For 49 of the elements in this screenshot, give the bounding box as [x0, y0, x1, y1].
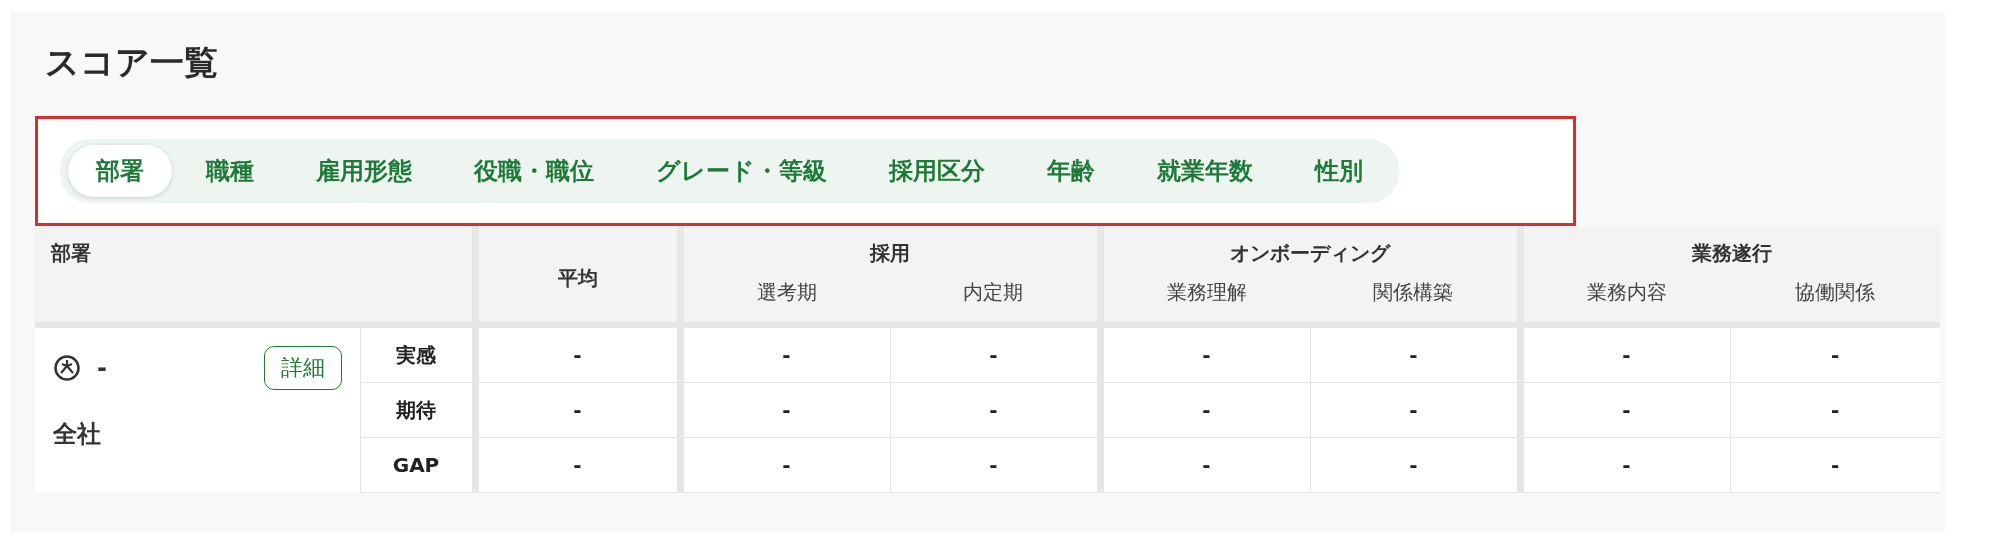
page-title: スコア一覧: [45, 41, 219, 84]
column-group-header: 採用: [680, 226, 1100, 273]
table-cell: -: [1310, 437, 1520, 493]
org-name: 全社: [53, 419, 102, 450]
tab[interactable]: 採用区分: [861, 145, 1013, 197]
table-cell: -: [1520, 382, 1730, 438]
tab[interactable]: 雇用形態: [288, 145, 440, 197]
table-cell: -: [475, 437, 680, 493]
tab[interactable]: 年齢: [1019, 145, 1123, 197]
table-cell: -: [1100, 437, 1310, 493]
column-group-header: 業務遂行: [1520, 226, 1940, 273]
org-score: -: [97, 354, 108, 382]
table-cell: -: [1730, 325, 1940, 383]
column-header: 協働関係: [1730, 273, 1940, 325]
table-cell: -: [1310, 325, 1520, 383]
table-cell: -: [890, 437, 1100, 493]
emblem-icon: [53, 354, 81, 382]
table-cell: -: [1520, 325, 1730, 383]
tab[interactable]: 就業年数: [1129, 145, 1281, 197]
table-cell: -: [1730, 382, 1940, 438]
column-header: 関係構築: [1310, 273, 1520, 325]
column-header: 業務内容: [1520, 273, 1730, 325]
column-group-header: オンボーディング: [1100, 226, 1520, 273]
column-header: 業務理解: [1100, 273, 1310, 325]
row-label: GAP: [360, 437, 475, 493]
row-label: 実感: [360, 325, 475, 383]
tab[interactable]: 性別: [1287, 145, 1391, 197]
table-cell: -: [890, 382, 1100, 438]
table-cell: -: [1730, 437, 1940, 493]
column-header: 選考期: [680, 273, 890, 325]
table-cell: -: [475, 325, 680, 383]
detail-button[interactable]: 詳細: [263, 346, 342, 390]
table-cell: -: [680, 382, 890, 438]
table-cell: -: [1100, 325, 1310, 383]
row-label: 期待: [360, 382, 475, 438]
tab[interactable]: 部署: [68, 145, 172, 197]
table-cell: -: [1100, 382, 1310, 438]
table-cell: -: [475, 382, 680, 438]
table-cell: -: [1520, 437, 1730, 493]
tab[interactable]: 役職・職位: [446, 145, 622, 197]
column-header: 内定期: [890, 273, 1100, 325]
table-cell: -: [890, 325, 1100, 383]
tab[interactable]: グレード・等級: [628, 145, 855, 197]
column-header: 部署: [35, 226, 475, 325]
table-cell: -: [1310, 382, 1520, 438]
table-cell: -: [680, 325, 890, 383]
table-cell: -: [680, 437, 890, 493]
tab[interactable]: 職種: [178, 145, 282, 197]
column-header: 平均: [475, 226, 680, 325]
